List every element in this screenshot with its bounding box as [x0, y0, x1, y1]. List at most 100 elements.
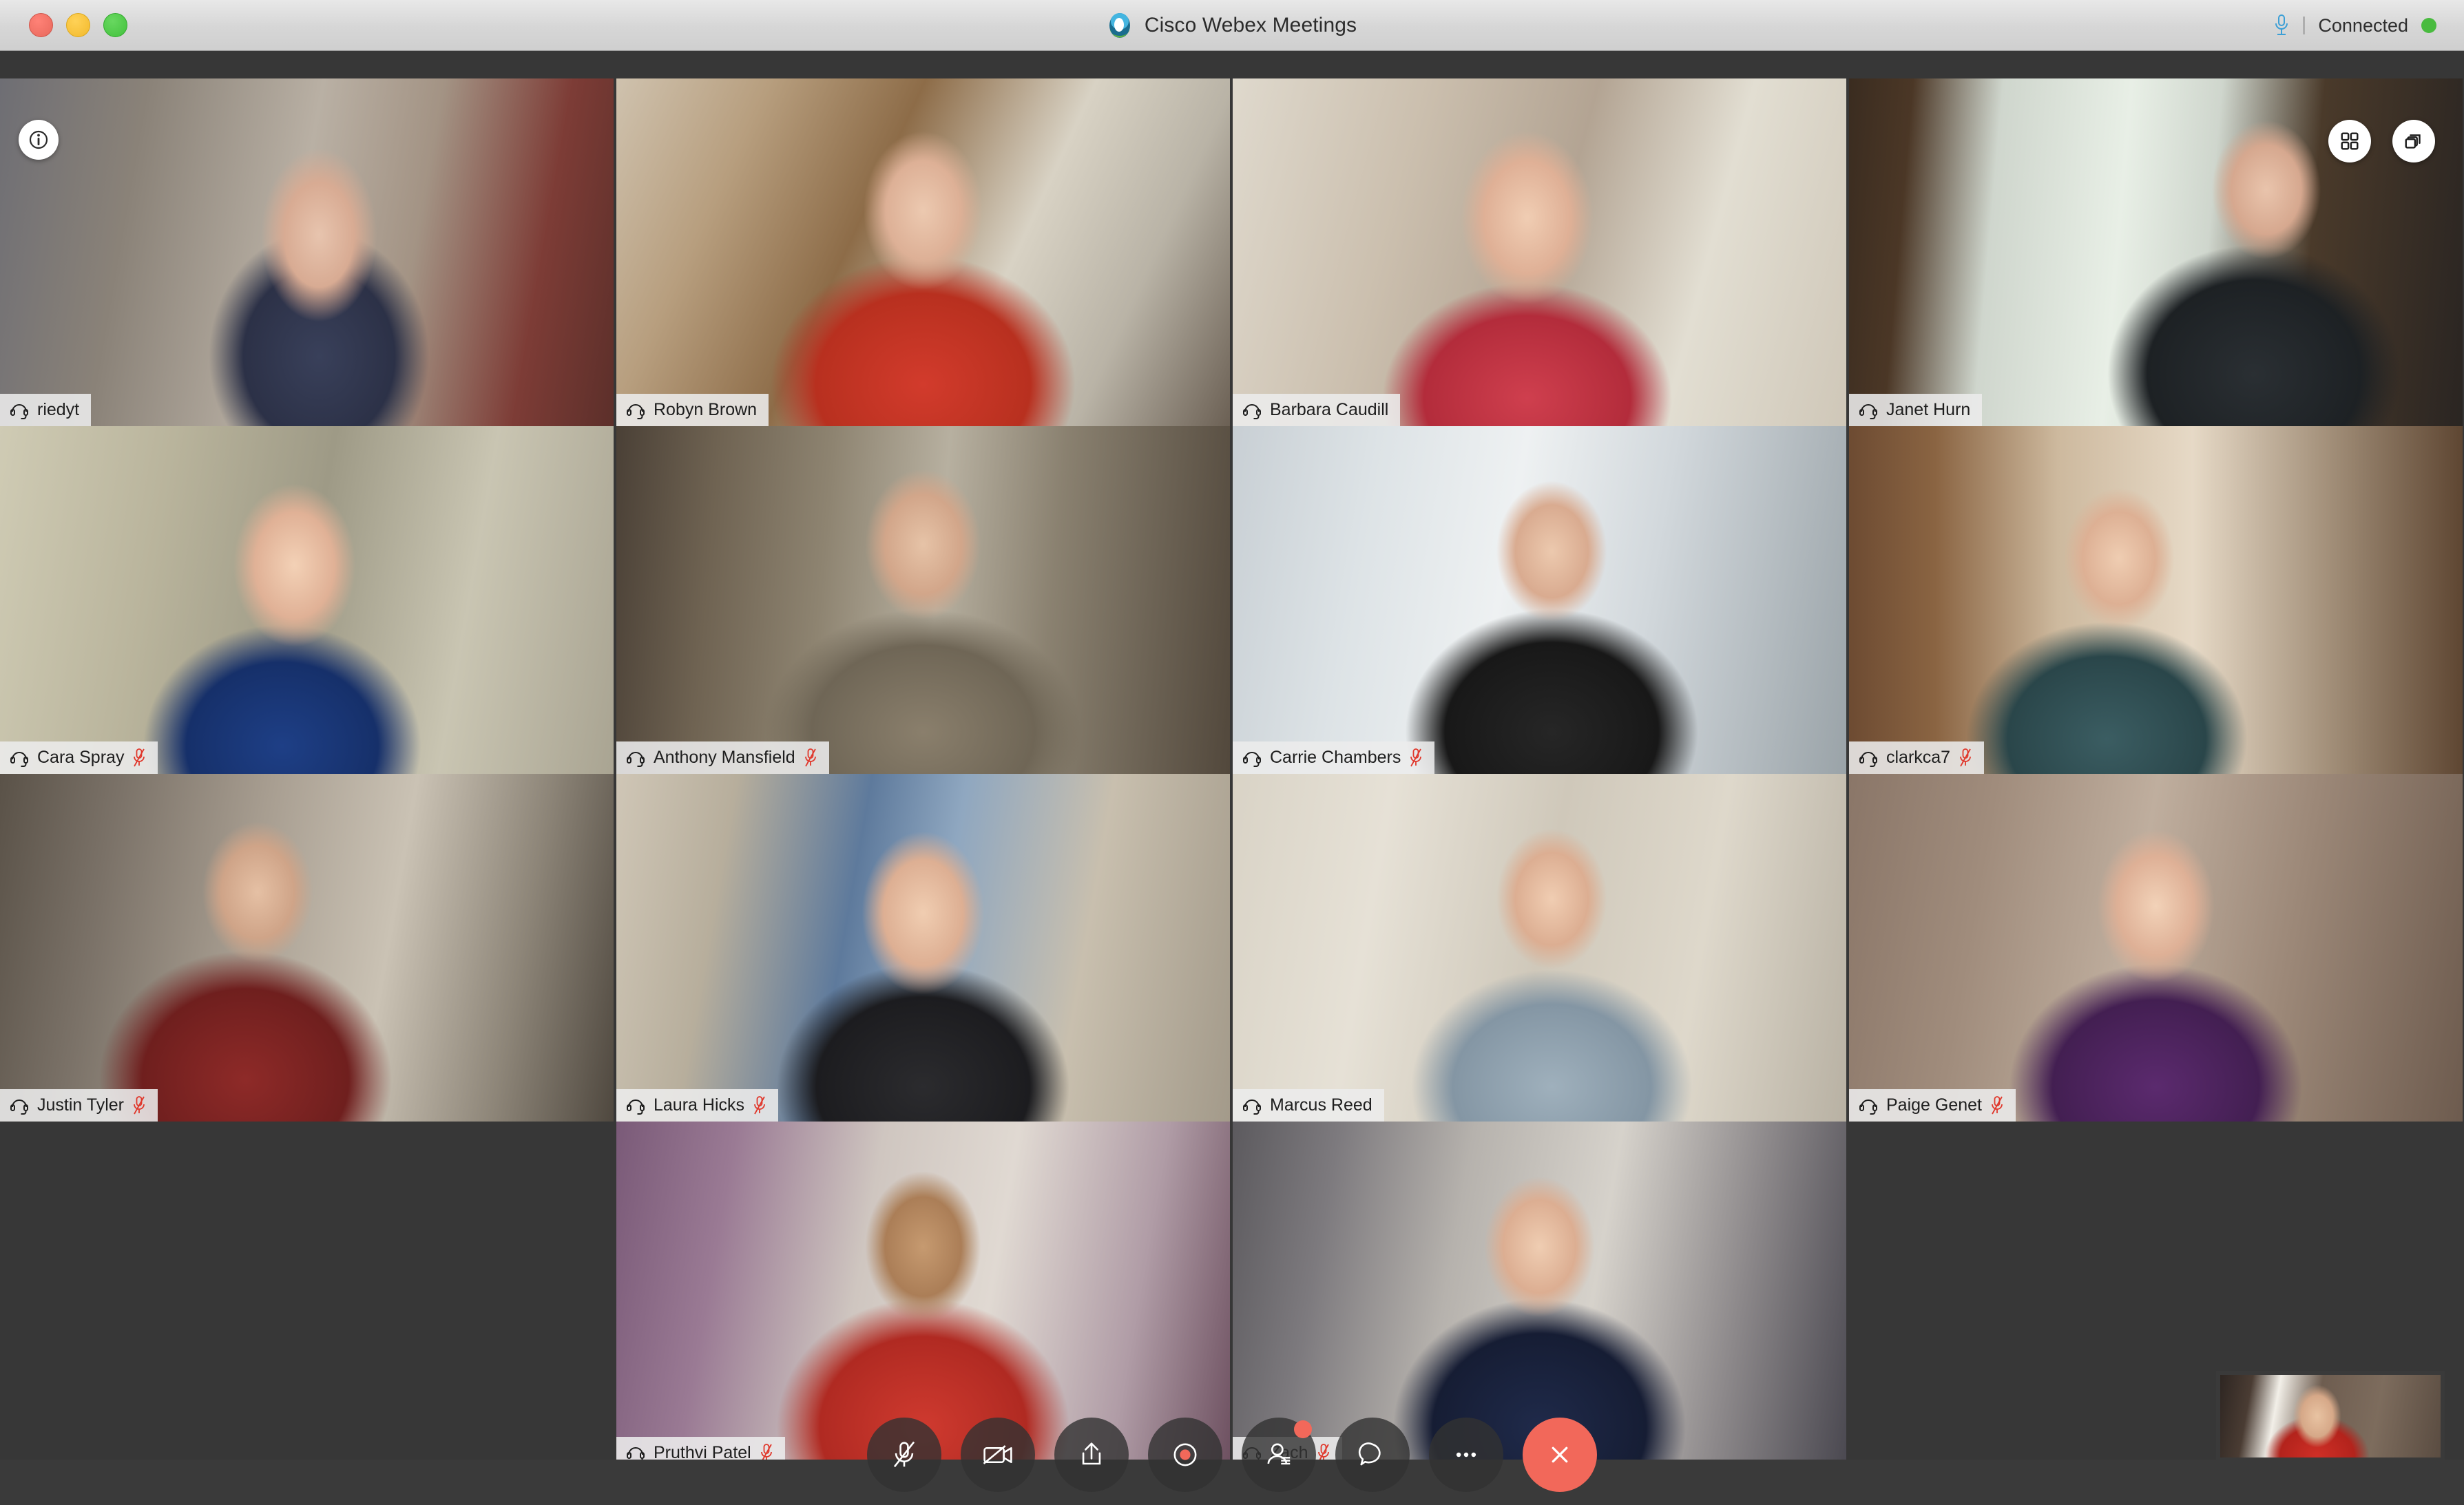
participant-tile[interactable]: Laura Hicks	[616, 774, 1230, 1122]
window-traffic-lights	[29, 13, 127, 37]
participant-video	[1233, 426, 1846, 774]
share-screen-icon	[1082, 1442, 1101, 1465]
app-title: Cisco Webex Meetings	[1144, 14, 1357, 36]
participant-name: Barbara Caudill	[1270, 400, 1389, 419]
headset-icon	[627, 403, 645, 419]
layout-stack-icon	[2405, 134, 2421, 149]
participant-name-bar: Barbara Caudill	[1233, 394, 1401, 426]
participant-tile[interactable]: Marcus Reed	[1233, 774, 1846, 1122]
grid-view-button[interactable]	[2328, 120, 2371, 162]
microphone-icon[interactable]	[2273, 14, 2290, 37]
headset-icon	[627, 1099, 645, 1115]
participant-video	[616, 1122, 1230, 1469]
participant-name-bar: Paige Genet	[1849, 1089, 2016, 1122]
title-divider	[2303, 17, 2306, 34]
connection-status-dot	[2421, 18, 2436, 33]
layout-stack-button[interactable]	[2392, 120, 2435, 162]
participant-video	[616, 426, 1230, 774]
record-icon	[1173, 1443, 1197, 1466]
participant-video-grid: riedyt Robyn Brown Barbara Caudill Janet Hu…	[0, 51, 2464, 1505]
participant-tile[interactable]: Zach	[1233, 1122, 1846, 1469]
participant-video	[1849, 78, 2463, 426]
headset-icon	[10, 1099, 28, 1115]
video-button[interactable]	[961, 1418, 1035, 1492]
participant-name-bar: Laura Hicks	[616, 1089, 778, 1122]
headset-icon	[1859, 751, 1877, 767]
mute-button[interactable]	[867, 1418, 941, 1492]
headset-icon	[1859, 403, 1877, 419]
microphone-muted-icon	[893, 1441, 915, 1468]
headset-icon	[1243, 751, 1261, 767]
participant-tile[interactable]: clarkca7	[1849, 426, 2463, 774]
info-icon	[29, 130, 48, 149]
participant-video	[1233, 78, 1846, 426]
more-button[interactable]	[1429, 1418, 1503, 1492]
participant-video	[616, 78, 1230, 426]
title-right-group: Connected	[2273, 0, 2436, 51]
record-button[interactable]	[1148, 1418, 1222, 1492]
participant-name-bar: Anthony Mansfield	[616, 741, 829, 774]
chat-button[interactable]	[1335, 1418, 1410, 1492]
participant-name: Cara Spray	[37, 748, 125, 767]
connection-status-label: Connected	[2318, 14, 2408, 36]
participant-name-bar: Janet Hurn	[1849, 394, 1983, 426]
participant-tile[interactable]: Anthony Mansfield	[616, 426, 1230, 774]
grid-view-icon	[2341, 132, 2359, 150]
microphone-muted-icon	[1960, 748, 1971, 766]
headset-icon	[1859, 1099, 1877, 1115]
participants-icon	[1267, 1443, 1291, 1465]
participant-tile[interactable]: riedyt	[0, 78, 614, 426]
participant-video	[1233, 1122, 1846, 1469]
participant-tile[interactable]: Pruthvi Patel	[616, 1122, 1230, 1469]
participant-name: Laura Hicks	[654, 1095, 744, 1115]
maximize-window-button[interactable]	[103, 13, 127, 37]
window-title-bar: Cisco Webex Meetings Connected	[0, 0, 2464, 51]
participant-tile[interactable]: Justin Tyler	[0, 774, 614, 1122]
headset-icon	[1243, 1099, 1261, 1115]
participant-video	[616, 774, 1230, 1122]
meeting-info-button[interactable]	[19, 120, 59, 160]
participant-tile[interactable]: Carrie Chambers	[1233, 426, 1846, 774]
participant-tile[interactable]: Robyn Brown	[616, 78, 1230, 426]
close-window-button[interactable]	[29, 13, 53, 37]
participant-video	[0, 774, 614, 1122]
participant-name-bar: Carrie Chambers	[1233, 741, 1435, 774]
microphone-muted-icon	[134, 748, 145, 766]
participant-tile[interactable]: Cara Spray	[0, 426, 614, 774]
self-view-video	[2220, 1375, 2441, 1457]
microphone-muted-icon	[754, 1095, 765, 1114]
participant-name-bar: Robyn Brown	[616, 394, 769, 426]
participants-button[interactable]	[1242, 1418, 1316, 1492]
participant-name: Marcus Reed	[1270, 1095, 1372, 1115]
participant-name: Justin Tyler	[37, 1095, 124, 1115]
minimize-window-button[interactable]	[66, 13, 90, 37]
end-meeting-button[interactable]	[1523, 1418, 1597, 1492]
meeting-stage: riedyt Robyn Brown Barbara Caudill Janet Hu…	[0, 51, 2464, 1505]
participants-badge	[1294, 1420, 1312, 1438]
participant-name-bar: Cara Spray	[0, 741, 158, 774]
participant-name: clarkca7	[1886, 748, 1951, 767]
participant-tile[interactable]: Janet Hurn	[1849, 78, 2463, 426]
more-options-icon	[1456, 1452, 1476, 1457]
participant-tile[interactable]: Paige Genet	[1849, 774, 2463, 1122]
participant-name-bar: clarkca7	[1849, 741, 1985, 774]
participant-name-bar: riedyt	[0, 394, 92, 426]
participant-name: Anthony Mansfield	[654, 748, 795, 767]
participant-video	[0, 426, 614, 774]
participant-name: riedyt	[37, 400, 80, 419]
participant-name-bar: Justin Tyler	[0, 1089, 158, 1122]
participant-name-bar: Marcus Reed	[1233, 1089, 1384, 1122]
participant-tile[interactable]: Barbara Caudill	[1233, 78, 1846, 426]
participant-video	[0, 78, 614, 426]
share-button[interactable]	[1054, 1418, 1129, 1492]
title-center-group: Cisco Webex Meetings	[0, 0, 2464, 51]
microphone-muted-icon	[804, 748, 816, 766]
video-camera-off-icon	[983, 1445, 1012, 1464]
self-view-thumbnail[interactable]	[2216, 1371, 2445, 1462]
headset-icon	[10, 403, 28, 419]
microphone-muted-icon	[1992, 1095, 2003, 1114]
headset-icon	[10, 751, 28, 767]
participant-name: Janet Hurn	[1886, 400, 1971, 419]
participant-name: Paige Genet	[1886, 1095, 1982, 1115]
participant-name: Robyn Brown	[654, 400, 758, 419]
